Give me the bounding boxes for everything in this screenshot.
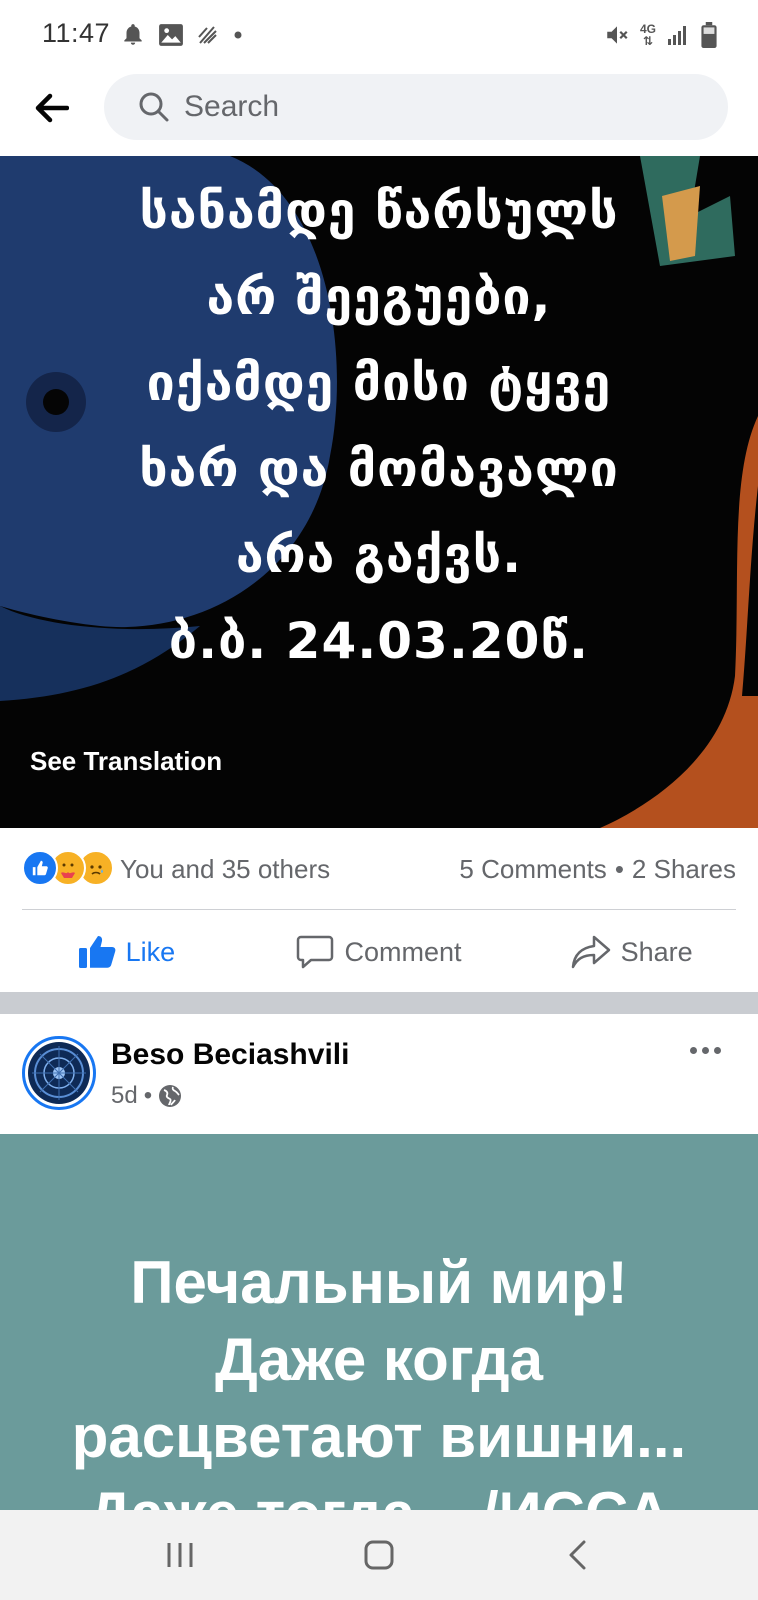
battery-icon	[701, 22, 717, 48]
reactions-count[interactable]: You and 35 others	[120, 854, 330, 885]
author-name[interactable]: Beso Beciashvili	[111, 1038, 349, 1072]
mute-icon	[607, 26, 628, 44]
more-dot-icon	[689, 1046, 697, 1054]
divider	[22, 909, 736, 910]
wifi-calling-icon	[198, 26, 217, 44]
meta-separator: •	[143, 1082, 153, 1109]
image-icon	[159, 24, 183, 46]
share-label: Share	[620, 936, 693, 967]
post-separator	[0, 992, 758, 1014]
post-time[interactable]: 5d	[111, 1082, 138, 1110]
dot-icon	[234, 31, 242, 39]
share-icon	[571, 935, 610, 969]
back-arrow-icon	[35, 93, 69, 123]
like-button[interactable]: Like	[0, 912, 253, 992]
comments-count[interactable]: 5 Comments	[459, 854, 606, 885]
thumbs-up-icon	[78, 936, 115, 968]
like-reaction-icon	[22, 850, 58, 886]
post2-image[interactable]: Печальный мир! Даже когда расцветают виш…	[0, 1134, 758, 1510]
see-translation-link[interactable]: See Translation	[30, 746, 222, 777]
share-button[interactable]: Share	[505, 912, 758, 992]
post-image[interactable]: სანამდე წარსულს არ შეეგუები, იქამდე მისი…	[0, 156, 758, 828]
recent-apps-button[interactable]	[150, 1525, 210, 1585]
back-chevron-icon	[569, 1540, 586, 1570]
like-label: Like	[125, 936, 176, 967]
status-left-icons	[120, 22, 244, 48]
bell-icon	[124, 24, 142, 45]
back-button[interactable]	[30, 86, 74, 130]
back-nav-button[interactable]	[548, 1525, 608, 1585]
status-bar: 11:47 4G ⇅	[0, 0, 758, 70]
stats-separator: •	[614, 854, 624, 884]
home-button[interactable]	[349, 1525, 409, 1585]
recent-apps-icon	[167, 1543, 193, 1567]
navigation-bar	[0, 1510, 758, 1600]
comment-icon	[297, 935, 334, 969]
comment-button[interactable]: Comment	[253, 912, 506, 992]
more-dot-icon	[713, 1046, 721, 1054]
shares-count[interactable]: 2 Shares	[632, 854, 736, 885]
more-dot-icon	[701, 1046, 709, 1054]
reaction-icons[interactable]	[22, 850, 114, 886]
engagement-stats: 5 Comments • 2 Shares	[459, 854, 736, 885]
home-icon	[364, 1540, 394, 1570]
post-actions: Like Comment Share	[0, 912, 758, 992]
search-placeholder: Search	[184, 90, 280, 123]
comment-label: Comment	[344, 936, 462, 967]
avatar-zodiac-image	[28, 1042, 90, 1104]
post2-text: Печальный мир! Даже когда расцветают виш…	[71, 1249, 687, 1510]
network-4g-icon: 4G ⇅	[639, 22, 656, 48]
signal-icon	[668, 26, 686, 45]
quote-text: სანამდე წარსულს არ შეეგუები, იქამდე მისი…	[139, 182, 619, 670]
status-time: 11:47	[42, 18, 111, 48]
post-meta: 5d •	[111, 1082, 182, 1110]
search-input[interactable]: Search	[104, 74, 728, 140]
globe-icon	[159, 1085, 182, 1107]
network-label: 4G	[639, 22, 656, 36]
avatar[interactable]	[22, 1036, 96, 1110]
status-right-icons: 4G ⇅	[604, 22, 718, 48]
reactions-row: You and 35 others 5 Comments • 2 Shares	[0, 830, 758, 910]
search-icon	[139, 92, 169, 122]
more-options-button[interactable]	[680, 1030, 730, 1070]
